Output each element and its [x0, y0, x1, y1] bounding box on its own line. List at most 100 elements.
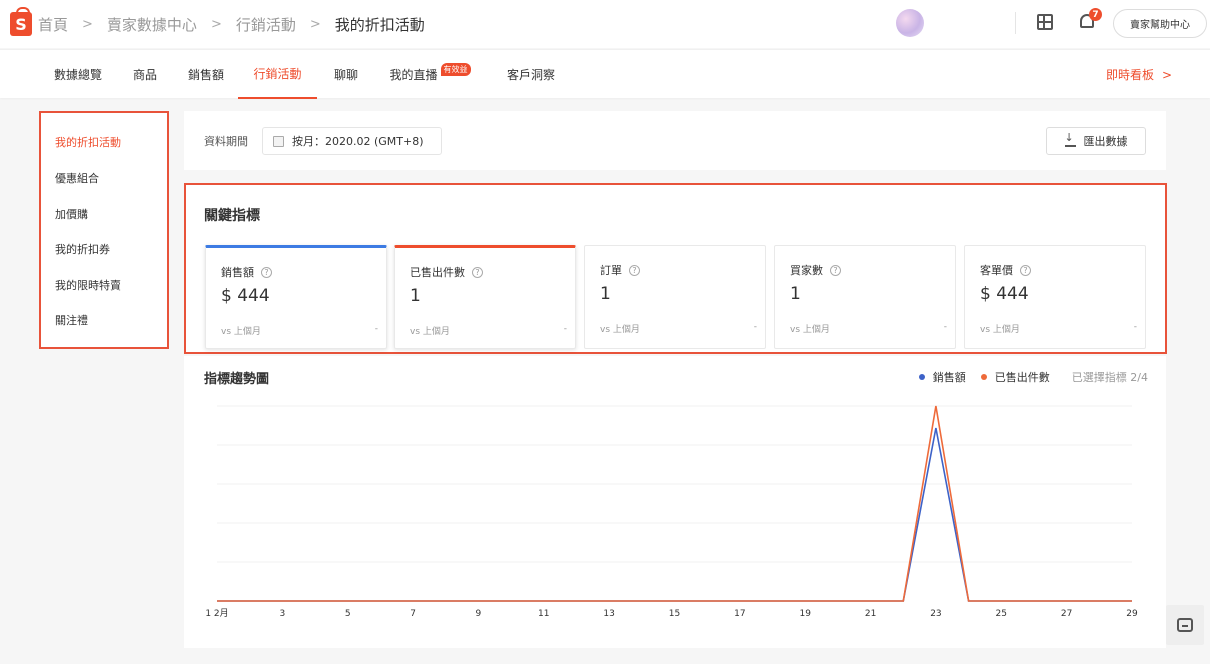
chat-float-button[interactable]	[1166, 605, 1204, 645]
realtime-dashboard-link[interactable]: 即時看板 >	[1106, 50, 1172, 99]
help-icon[interactable]: ?	[472, 266, 483, 278]
kpi-compare: vs 上個月	[221, 327, 261, 337]
avatar[interactable]	[896, 9, 924, 37]
x-tick-label: 9	[476, 609, 482, 619]
kpi-label: 訂單?	[600, 262, 640, 278]
sidebar-item-flash-sale[interactable]: 我的限時特賣	[55, 277, 121, 293]
x-tick-label: 5	[345, 609, 351, 619]
top-header: S 首頁 > 賣家數據中心 > 行銷活動 > 我的折扣活動	[0, 0, 1210, 48]
x-tick-label: 29	[1126, 609, 1138, 619]
sidebar-item-bundle-deals[interactable]: 優惠組合	[55, 170, 99, 186]
kpi-trend: -	[753, 322, 757, 332]
chevron-right-icon: >	[210, 16, 222, 32]
help-icon[interactable]: ?	[830, 264, 841, 276]
sidebar-item-follow-prize[interactable]: 關注禮	[55, 312, 88, 328]
x-tick-label: 25	[996, 609, 1007, 619]
x-tick-label: 23	[930, 609, 941, 619]
date-range-value: 按月：2020.02 (GMT+8)	[292, 135, 424, 148]
new-feature-badge: 有效益	[440, 63, 471, 76]
tab-sales[interactable]: 銷售額	[178, 50, 234, 99]
kpi-trend: -	[1133, 322, 1137, 332]
export-data-button[interactable]: 匯出數據	[1046, 127, 1146, 155]
help-icon[interactable]: ?	[261, 266, 272, 278]
shopee-logo[interactable]: S	[10, 7, 32, 36]
tab-label: 聊聊	[333, 68, 358, 82]
chart-grid	[217, 405, 1132, 563]
tab-label: 行銷活動	[253, 67, 302, 81]
tab-label: 銷售額	[187, 68, 224, 82]
kpi-compare: vs 上個月	[410, 327, 450, 337]
divider	[1015, 12, 1016, 34]
trend-line-chart: 1 2月 3 5 7 9 11 13 15 17 19 21 23 25 27 29	[205, 405, 1138, 619]
kpi-label-text: 已售出件數	[410, 266, 465, 279]
kpi-card-buyers[interactable]: 買家數? 1 vs 上個月 -	[774, 245, 956, 349]
logo-letter: S	[15, 14, 27, 34]
trend-chart-card: 指標趨勢圖 銷售額 已售出件數 已選擇指標 2/4 1 2月 3 5 7 9 11 13 15…	[184, 356, 1166, 648]
x-axis-ticks: 1 2月 3 5 7 9 11 13 15 17 19 21 23 25 27 29	[205, 608, 1138, 619]
sidebar: 我的折扣活動 優惠組合 加價購 我的折扣券 我的限時特賣 關注禮	[39, 111, 169, 349]
tab-products[interactable]: 商品	[120, 50, 170, 99]
key-metrics-title: 關鍵指標	[204, 208, 260, 224]
download-icon	[1064, 131, 1076, 147]
tab-customer-insights[interactable]: 客戶洞察	[496, 50, 566, 99]
x-tick-label: 1 2月	[205, 608, 228, 619]
kpi-card-orders[interactable]: 訂單? 1 vs 上個月 -	[584, 245, 766, 349]
tab-livestream[interactable]: 我的直播 有效益	[376, 50, 484, 99]
help-center-button[interactable]: 賣家幫助中心	[1113, 9, 1207, 38]
tab-label: 我的直播	[389, 68, 438, 82]
kpi-card-avg-order-value[interactable]: 客單價? $ 444 vs 上個月 -	[964, 245, 1146, 349]
breadcrumb-home[interactable]: 首頁	[38, 14, 68, 35]
kpi-value: $ 444	[221, 286, 270, 306]
tab-overview[interactable]: 數據總覽	[43, 50, 113, 99]
x-tick-label: 15	[669, 609, 680, 619]
help-icon[interactable]: ?	[629, 264, 640, 276]
kpi-value: 1	[410, 286, 421, 306]
kpi-label: 買家數?	[790, 262, 841, 278]
apps-grid-icon[interactable]	[1037, 14, 1053, 30]
kpi-card-units-sold[interactable]: 已售出件數? 1 vs 上個月 -	[394, 245, 576, 349]
kpi-label-text: 客單價	[980, 264, 1013, 277]
kpi-value: 1	[790, 284, 801, 304]
kpi-label: 客單價?	[980, 262, 1031, 278]
breadcrumb: 首頁 > 賣家數據中心 > 行銷活動 > 我的折扣活動	[38, 14, 425, 35]
notification-badge: 7	[1089, 8, 1102, 21]
tab-chat[interactable]: 聊聊	[322, 50, 370, 99]
series-line-sales	[217, 427, 1132, 602]
help-icon[interactable]: ?	[1020, 264, 1031, 276]
export-label: 匯出數據	[1083, 135, 1128, 148]
x-tick-label: 21	[865, 609, 876, 619]
tab-bar: 數據總覽 商品 銷售額 行銷活動 聊聊 我的直播 有效益 客戶洞察 即時看板 >	[0, 49, 1210, 99]
tab-label: 數據總覽	[53, 68, 102, 82]
series-line-units-sold	[217, 405, 1132, 602]
chevron-right-icon: >	[309, 16, 321, 32]
sidebar-item-add-on-deals[interactable]: 加價購	[55, 206, 88, 222]
kpi-label: 銷售額?	[221, 264, 272, 280]
x-tick-label: 7	[410, 609, 416, 619]
sidebar-item-vouchers[interactable]: 我的折扣券	[55, 241, 110, 257]
breadcrumb-seller-data-center[interactable]: 賣家數據中心	[107, 14, 197, 35]
chat-icon	[1177, 618, 1193, 632]
x-tick-label: 13	[603, 609, 614, 619]
calendar-icon	[273, 135, 284, 147]
kpi-compare: vs 上個月	[790, 325, 830, 335]
kpi-card-sales[interactable]: 銷售額? $ 444 vs 上個月 -	[205, 245, 387, 349]
sidebar-item-discount-promotions[interactable]: 我的折扣活動	[55, 134, 121, 150]
kpi-label-text: 銷售額	[221, 266, 254, 279]
chart-series	[217, 405, 1132, 602]
breadcrumb-current: 我的折扣活動	[334, 15, 425, 34]
kpi-trend: -	[563, 324, 567, 334]
tab-label: 商品	[132, 68, 157, 82]
tab-marketing[interactable]: 行銷活動	[238, 50, 317, 99]
kpi-label: 已售出件數?	[410, 264, 483, 280]
x-tick-label: 27	[1061, 609, 1072, 619]
kpi-value: $ 444	[980, 284, 1029, 304]
kpi-label-text: 訂單	[600, 264, 622, 277]
kpi-value: 1	[600, 284, 611, 304]
breadcrumb-marketing[interactable]: 行銷活動	[236, 14, 296, 35]
chevron-right-icon: >	[1162, 67, 1173, 82]
kpi-compare: vs 上個月	[980, 325, 1020, 335]
key-metrics-section: 關鍵指標 銷售額? $ 444 vs 上個月 - 已售出件數? 1 vs 上個月…	[184, 183, 1167, 354]
tab-label: 客戶洞察	[506, 68, 555, 82]
date-range-picker[interactable]: 按月：2020.02 (GMT+8)	[262, 127, 442, 155]
kpi-compare: vs 上個月	[600, 325, 640, 335]
